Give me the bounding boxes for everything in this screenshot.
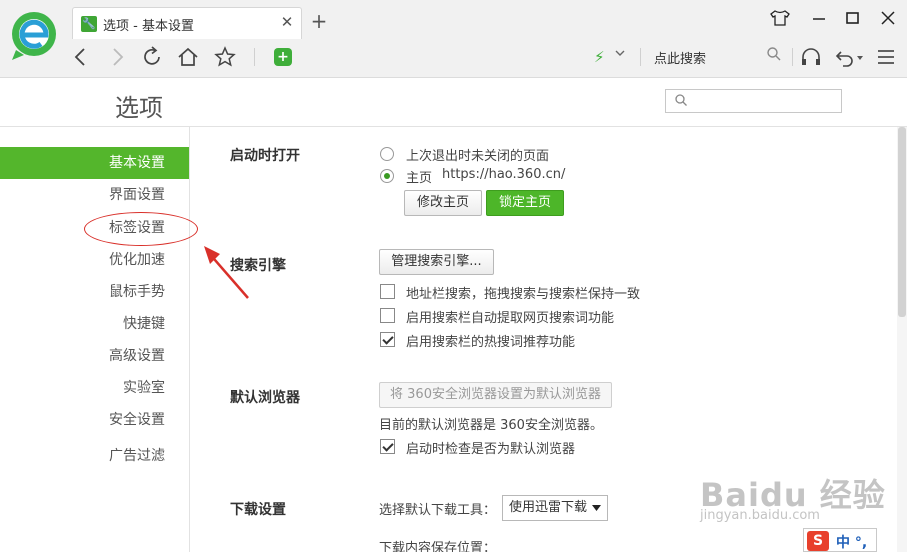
- forward-icon[interactable]: [104, 44, 130, 70]
- refresh-icon[interactable]: [139, 44, 165, 70]
- modify-homepage-button[interactable]: 修改主页: [404, 190, 482, 216]
- page-title: 选项: [115, 94, 163, 122]
- download-save-label: 下载内容保存位置：: [379, 541, 497, 552]
- radio-button[interactable]: [380, 147, 394, 161]
- shield-plus-icon[interactable]: +: [274, 48, 292, 66]
- section-label-download: 下载设置: [230, 502, 286, 518]
- browser-chrome: 🔧 选项 - 基本设置 ✕ + + ⚡ 点此搜索: [0, 0, 907, 78]
- sidebar-item-label: 快捷键: [123, 316, 165, 332]
- tab-title: 选项 - 基本设置: [103, 19, 194, 34]
- checkbox-label: 启用搜索栏自动提取网页搜索词功能: [406, 311, 615, 326]
- speed-bolt-icon[interactable]: ⚡: [594, 48, 605, 66]
- sidebar-item-adblock[interactable]: 广告过滤: [0, 440, 189, 472]
- favorite-star-icon[interactable]: [212, 44, 238, 70]
- back-icon[interactable]: [68, 44, 94, 70]
- set-default-browser-button[interactable]: 将 360安全浏览器设置为默认浏览器: [379, 382, 612, 408]
- sidebar-item-label: 实验室: [123, 380, 165, 396]
- section-label-default-browser: 默认浏览器: [230, 390, 300, 406]
- manage-search-engines-button[interactable]: 管理搜索引擎...: [379, 249, 494, 275]
- watermark-url: jingyan.baidu.com: [700, 508, 820, 523]
- ime-status-bar[interactable]: S 中 °,: [803, 528, 877, 552]
- checkbox[interactable]: [380, 284, 395, 299]
- homepage-url: https://hao.360.cn/: [442, 167, 566, 182]
- sidebar-item-mouse-gestures[interactable]: 鼠标手势: [0, 276, 189, 308]
- sidebar-item-optimize[interactable]: 优化加速: [0, 244, 189, 276]
- checkbox-label: 地址栏搜索，拖拽搜索与搜索栏保持一致: [406, 287, 641, 302]
- dropdown-caret-icon: [592, 505, 601, 511]
- options-sidebar: 基本设置 界面设置 标签设置 优化加速 鼠标手势 快捷键 高级设置 实验室 安全…: [0, 127, 190, 552]
- options-search-input[interactable]: [665, 89, 842, 113]
- sidebar-item-lab[interactable]: 实验室: [0, 372, 189, 404]
- tab-options[interactable]: 🔧 选项 - 基本设置 ✕: [72, 7, 302, 39]
- wrench-icon: 🔧: [81, 16, 97, 32]
- radio-button[interactable]: [380, 169, 394, 183]
- headphones-icon[interactable]: [798, 44, 824, 70]
- sidebar-item-label: 安全设置: [109, 412, 165, 428]
- toolbar-divider: [640, 48, 641, 66]
- sidebar-item-label: 界面设置: [109, 187, 165, 203]
- chevron-down-icon[interactable]: [614, 47, 626, 59]
- checkbox-label: 启动时检查是否为默认浏览器: [406, 442, 576, 457]
- select-value: 使用迅雷下载: [509, 500, 588, 515]
- baidu-watermark: Baidu 经验 jingyan.baidu.com: [700, 470, 900, 530]
- search-icon[interactable]: [766, 46, 782, 62]
- sidebar-item-basic[interactable]: 基本设置: [0, 147, 189, 179]
- toolbar-divider: [792, 48, 793, 66]
- sidebar-item-label: 鼠标手势: [109, 284, 165, 300]
- sidebar-item-security[interactable]: 安全设置: [0, 404, 189, 436]
- section-label-search-engine: 搜索引擎: [230, 258, 286, 274]
- maximize-icon[interactable]: [840, 8, 864, 28]
- sidebar-item-label: 优化加速: [109, 252, 165, 268]
- scrollbar-thumb[interactable]: [898, 127, 906, 317]
- download-tool-label: 选择默认下载工具：: [379, 503, 497, 518]
- checkbox-label: 启用搜索栏的热搜词推荐功能: [406, 335, 576, 350]
- search-placeholder: 点此搜索: [654, 52, 707, 67]
- sogou-ime-icon[interactable]: S: [807, 531, 829, 551]
- close-window-icon[interactable]: [876, 8, 900, 28]
- checkbox[interactable]: [380, 308, 395, 323]
- toolbar-divider: [254, 48, 255, 66]
- skin-shirt-icon[interactable]: [768, 8, 792, 28]
- sidebar-item-advanced[interactable]: 高级设置: [0, 340, 189, 372]
- undo-icon[interactable]: [832, 44, 858, 70]
- checkbox[interactable]: [380, 439, 395, 454]
- address-search-box[interactable]: 点此搜索: [644, 42, 790, 70]
- sidebar-item-label: 广告过滤: [109, 448, 165, 464]
- minimize-icon[interactable]: [807, 8, 831, 28]
- sidebar-item-shortcuts[interactable]: 快捷键: [0, 308, 189, 340]
- section-label-startup: 启动时打开: [230, 148, 300, 164]
- radio-label: 上次退出时未关闭的页面: [406, 149, 550, 164]
- ime-mode-text[interactable]: 中 °,: [836, 532, 867, 552]
- search-icon: [675, 94, 687, 106]
- new-tab-button[interactable]: +: [308, 10, 330, 32]
- close-tab-icon[interactable]: ✕: [279, 13, 295, 31]
- sidebar-item-interface[interactable]: 界面设置: [0, 179, 189, 211]
- menu-icon[interactable]: [873, 44, 899, 70]
- annotation-ellipse: [84, 212, 198, 246]
- browser-logo-icon[interactable]: [10, 10, 60, 62]
- checkbox[interactable]: [380, 332, 395, 347]
- radio-label: 主页: [406, 171, 433, 186]
- undo-dropdown-icon[interactable]: [856, 55, 864, 61]
- home-icon[interactable]: [175, 44, 201, 70]
- current-default-text: 目前的默认浏览器是 360安全浏览器。: [379, 418, 603, 433]
- sidebar-item-label: 基本设置: [109, 155, 165, 171]
- lock-homepage-button[interactable]: 锁定主页: [486, 190, 564, 216]
- sidebar-item-label: 高级设置: [109, 348, 165, 364]
- download-tool-select[interactable]: 使用迅雷下载: [502, 495, 608, 521]
